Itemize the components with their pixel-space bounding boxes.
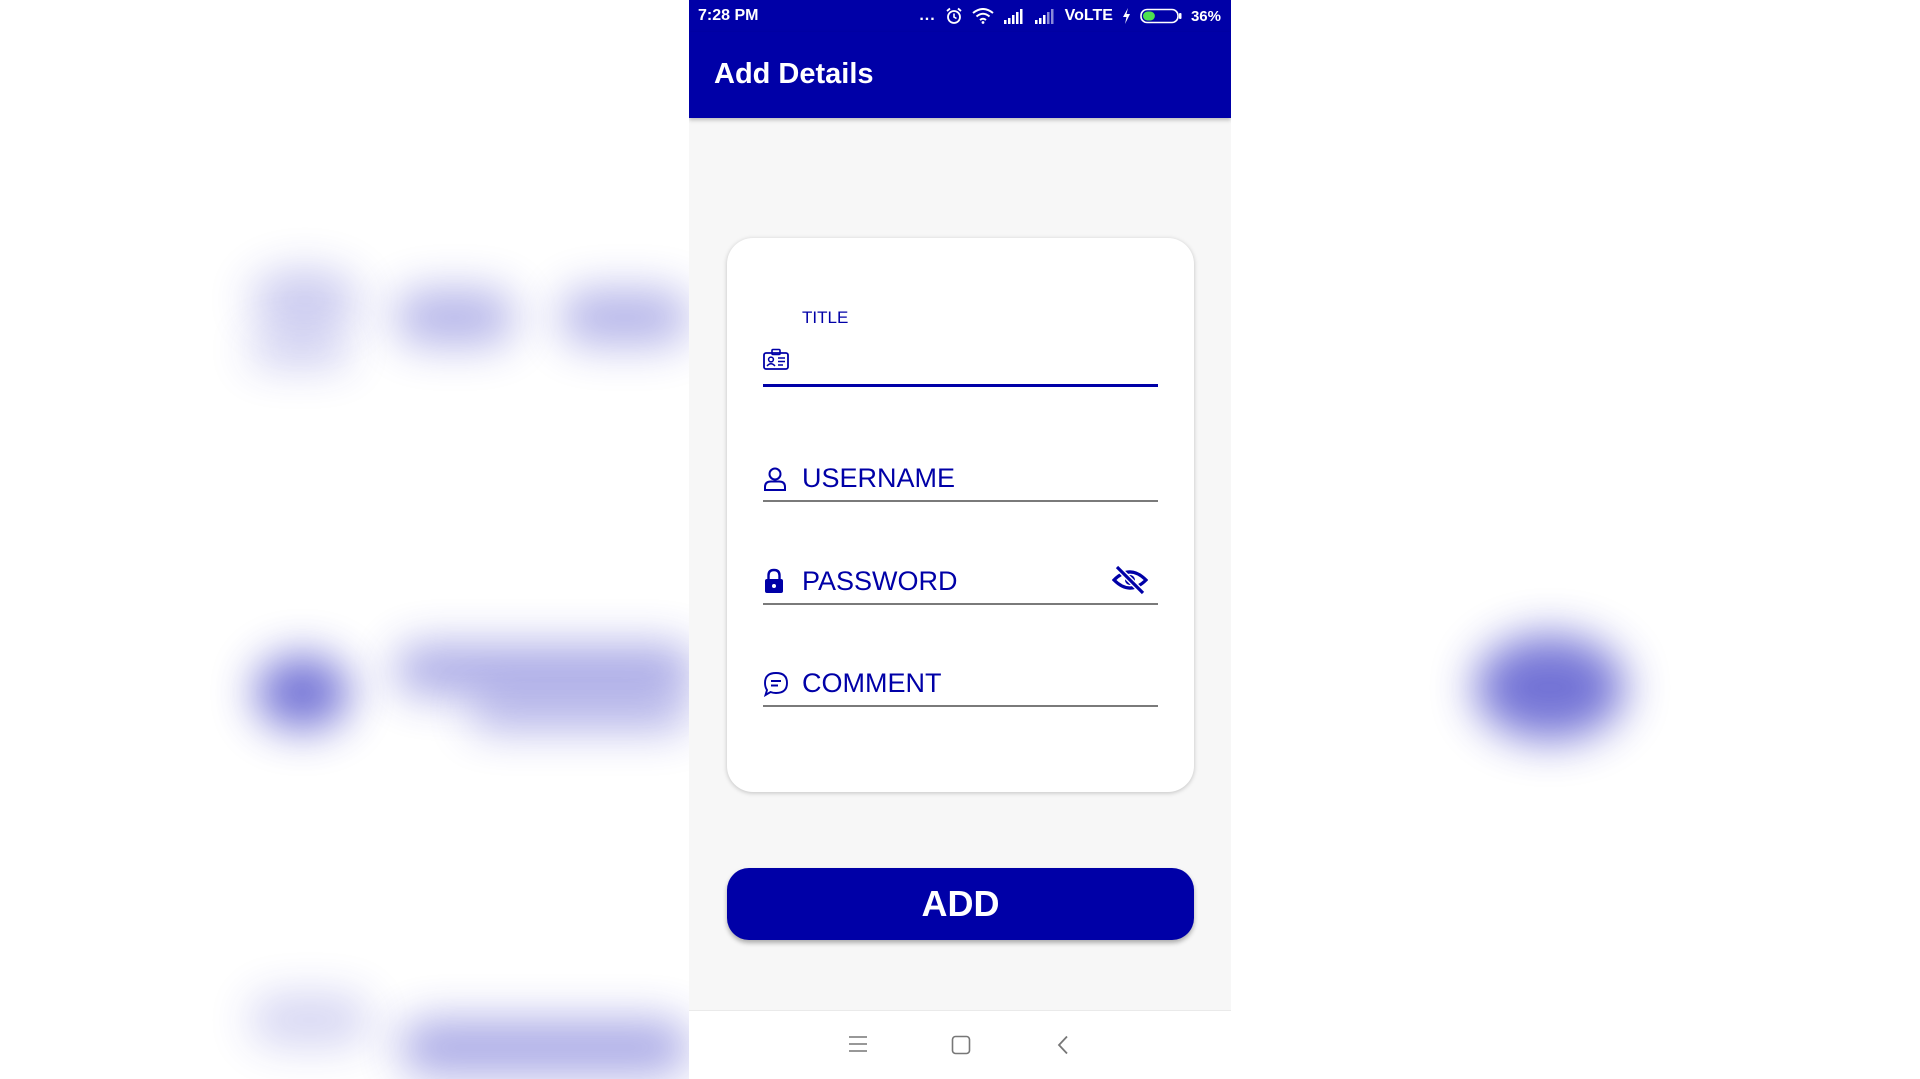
home-square-icon[interactable] bbox=[951, 1035, 971, 1055]
wifi-icon bbox=[972, 8, 994, 24]
status-time: 7:28 PM bbox=[698, 7, 759, 24]
more-notifications-dots: ... bbox=[919, 7, 936, 24]
comment-placeholder: COMMENT bbox=[802, 668, 942, 698]
battery-percent: 36% bbox=[1190, 7, 1221, 25]
page-title: Add Details bbox=[714, 58, 874, 90]
id-card-icon bbox=[763, 348, 789, 370]
signal-strength-sim2-icon bbox=[1034, 8, 1054, 24]
blurred-shape bbox=[250, 270, 360, 330]
charging-icon bbox=[1122, 8, 1130, 24]
blurred-shape bbox=[400, 1020, 690, 1075]
blurred-shape bbox=[395, 290, 515, 345]
add-button[interactable]: ADD bbox=[727, 868, 1194, 940]
blurred-shape bbox=[560, 290, 690, 345]
password-field[interactable]: PASSWORD bbox=[763, 560, 1158, 620]
back-chevron-icon[interactable] bbox=[1056, 1035, 1070, 1055]
phone-screen: 7:28 PM ... VoLTE 36% Add Details TITLE … bbox=[689, 0, 1231, 1079]
blurred-shape bbox=[395, 645, 695, 695]
signal-strength-icon bbox=[1003, 8, 1023, 24]
title-field-underline-active bbox=[763, 384, 1158, 387]
username-field-underline bbox=[763, 500, 1158, 502]
password-placeholder: PASSWORD bbox=[802, 566, 958, 596]
blurred-shape bbox=[255, 655, 350, 730]
comment-field[interactable]: COMMENT bbox=[763, 662, 1158, 722]
comment-icon bbox=[763, 672, 788, 697]
status-bar: 7:28 PM ... VoLTE 36% bbox=[689, 0, 1231, 32]
network-type-label: VoLTE bbox=[1064, 7, 1113, 24]
title-field-label: TITLE bbox=[802, 308, 849, 327]
title-field[interactable]: TITLE bbox=[763, 308, 1158, 388]
status-icons: ... VoLTE 36% bbox=[919, 7, 1221, 25]
person-icon bbox=[764, 467, 786, 491]
blurred-shape bbox=[1475, 635, 1625, 740]
app-bar: Add Details bbox=[689, 32, 1231, 118]
system-navigation-bar bbox=[689, 1010, 1231, 1079]
recent-apps-menu-icon[interactable] bbox=[848, 1035, 868, 1053]
password-field-underline bbox=[763, 603, 1158, 605]
comment-field-underline bbox=[763, 705, 1158, 707]
blurred-shape bbox=[250, 995, 370, 1045]
eye-off-icon[interactable] bbox=[1112, 565, 1148, 595]
username-field[interactable]: USERNAME bbox=[763, 458, 1158, 518]
form-card: TITLE USERNAME PASSWORD COMMENT bbox=[727, 238, 1194, 792]
battery-icon bbox=[1140, 8, 1182, 24]
blurred-shape bbox=[250, 335, 350, 365]
lock-icon bbox=[765, 568, 783, 593]
alarm-icon bbox=[946, 7, 962, 24]
blurred-shape bbox=[470, 695, 690, 730]
username-placeholder: USERNAME bbox=[802, 463, 956, 493]
